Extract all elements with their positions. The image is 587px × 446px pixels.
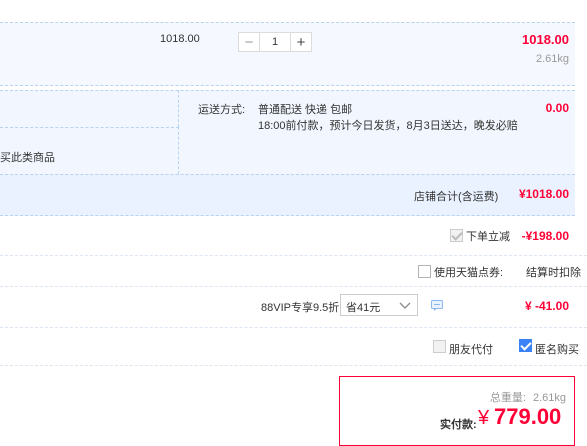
vip-label: 88VIP专享9.5折 bbox=[261, 302, 340, 314]
divider bbox=[0, 255, 587, 256]
discount-checkbox[interactable] bbox=[450, 229, 463, 242]
vip-select[interactable]: 省41元 bbox=[340, 294, 418, 316]
left-note: 买此类商品 bbox=[0, 152, 55, 164]
points-label: 使用天猫点券: bbox=[434, 267, 504, 279]
points-checkbox[interactable] bbox=[418, 265, 431, 278]
item-subtotal: 1018.00 bbox=[522, 32, 569, 47]
item-weight: 2.61kg bbox=[535, 53, 569, 65]
divider bbox=[0, 286, 587, 287]
vip-select-value: 省41元 bbox=[346, 302, 381, 314]
chevron-down-icon bbox=[399, 302, 411, 309]
shipping-fee: 0.00 bbox=[545, 101, 569, 115]
quantity-input[interactable]: 1 bbox=[260, 32, 290, 52]
friend-pay-label: 朋友代付 bbox=[449, 344, 493, 356]
message-icon[interactable] bbox=[431, 300, 443, 311]
anonymous-label: 匿名购买 bbox=[535, 344, 579, 356]
shop-total-value: ¥1018.00 bbox=[518, 187, 569, 201]
unit-price: 1018.00 bbox=[160, 33, 200, 45]
friend-pay-checkbox[interactable] bbox=[433, 340, 446, 353]
shop-total-label: 店铺合计(含运费) bbox=[414, 191, 499, 203]
divider bbox=[0, 365, 587, 366]
total-weight: 总重量: 2.61kg bbox=[490, 389, 566, 405]
shipping-label: 运送方式: bbox=[198, 104, 246, 116]
discount-value: -¥198.00 bbox=[521, 229, 569, 243]
pay-currency: ¥ bbox=[478, 407, 490, 429]
shipping-divider bbox=[178, 90, 179, 127]
divider bbox=[0, 327, 587, 328]
vip-value: ¥ -41.00 bbox=[524, 299, 569, 313]
pay-label: 实付款: bbox=[440, 419, 477, 431]
discount-label: 下单立减 bbox=[466, 231, 510, 243]
shipping-note: 18:00前付款，预计今日发货，8月3日送达，晚发必赔 bbox=[258, 120, 518, 132]
decrease-quantity-button[interactable]: − bbox=[238, 32, 260, 52]
anonymous-checkbox[interactable] bbox=[519, 339, 532, 352]
points-right-text: 结算时扣除 bbox=[526, 267, 581, 279]
pay-amount: 779.00 bbox=[494, 404, 562, 429]
total-weight-label: 总重量: bbox=[489, 392, 526, 404]
total-weight-value: 2.61kg bbox=[532, 392, 566, 404]
increase-quantity-button[interactable]: + bbox=[290, 32, 312, 52]
shipping-method: 普通配送 快递 包邮 bbox=[258, 104, 353, 116]
